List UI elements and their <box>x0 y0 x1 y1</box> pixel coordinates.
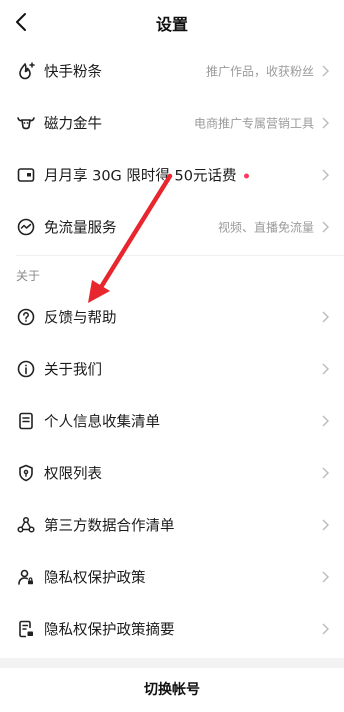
chevron-right-icon <box>322 363 329 375</box>
user-privacy-icon <box>18 569 33 585</box>
section-header-about: 关于 <box>16 269 41 283</box>
settings-row-label: 磁力金牛 <box>44 116 102 133</box>
settings-row-label: 关于我们 <box>44 362 102 379</box>
settings-row-hint: 视频、直播免流量 <box>217 220 314 235</box>
settings-row-about-us[interactable]: 关于我们 <box>0 343 344 395</box>
chevron-right-icon <box>322 169 329 181</box>
settings-row-label: 第三方数据合作清单 <box>44 518 175 535</box>
settings-row-hint: 电商推广专属营销工具 <box>193 116 314 131</box>
settings-row-free-data[interactable]: 免流量服务 视频、直播免流量 <box>0 201 344 253</box>
chevron-right-icon <box>322 571 329 583</box>
settings-row-label: 快手粉条 <box>44 64 102 81</box>
header-bar: 设置 <box>0 0 344 44</box>
shield-icon <box>19 464 33 482</box>
settings-row-feedback-help[interactable]: 反馈与帮助 <box>0 291 344 343</box>
chevron-right-icon <box>322 117 329 129</box>
footer-separator <box>0 658 344 668</box>
sim-card-icon <box>17 168 35 182</box>
settings-row-privacy-policy[interactable]: 隐私权保护政策 <box>0 551 344 603</box>
document-summary-icon <box>19 620 33 638</box>
chevron-right-icon <box>322 221 329 233</box>
bull-icon <box>17 117 35 130</box>
settings-row-data-plan-promo[interactable]: 月月享 30G 限时得 50元话费 <box>0 149 344 201</box>
chevron-right-icon <box>322 311 329 323</box>
settings-row-label: 月月享 30G 限时得 50元话费 <box>44 165 250 186</box>
chevron-right-icon <box>322 519 329 531</box>
notification-dot <box>244 173 250 178</box>
chevron-right-icon <box>322 467 329 479</box>
settings-row-permissions[interactable]: 权限列表 <box>0 447 344 499</box>
settings-row-label: 反馈与帮助 <box>44 310 117 327</box>
fan-boost-icon <box>19 62 35 80</box>
chevron-right-icon <box>322 415 329 427</box>
settings-row-personal-info-list[interactable]: 个人信息收集清单 <box>0 395 344 447</box>
info-circle-icon <box>17 360 35 378</box>
settings-row-label: 权限列表 <box>44 466 102 483</box>
settings-row-third-party-data[interactable]: 第三方数据合作清单 <box>0 499 344 551</box>
settings-row-label: 隐私权保护政策 <box>44 570 146 587</box>
settings-row-label: 个人信息收集清单 <box>44 414 160 431</box>
free-data-icon <box>17 218 35 236</box>
network-icon <box>17 516 35 533</box>
help-circle-icon <box>17 308 35 326</box>
settings-row-fan-boost[interactable]: 快手粉条 推广作品，收获粉丝 <box>0 45 344 97</box>
chevron-right-icon <box>322 623 329 635</box>
settings-row-label: 免流量服务 <box>44 220 117 237</box>
promo-label-text: 月月享 30G 限时得 50元话费 <box>44 168 237 185</box>
section-divider <box>16 255 344 256</box>
settings-row-label: 隐私权保护政策摘要 <box>44 622 175 639</box>
settings-row-hint: 推广作品，收获粉丝 <box>205 64 314 79</box>
settings-row-privacy-summary[interactable]: 隐私权保护政策摘要 <box>0 603 344 655</box>
switch-account-button[interactable]: 切换帐号 <box>0 668 344 698</box>
chevron-right-icon <box>322 65 329 77</box>
settings-row-magnetic-bull[interactable]: 磁力金牛 电商推广专属营销工具 <box>0 97 344 149</box>
document-list-icon <box>19 412 33 430</box>
page-title: 设置 <box>155 15 188 34</box>
